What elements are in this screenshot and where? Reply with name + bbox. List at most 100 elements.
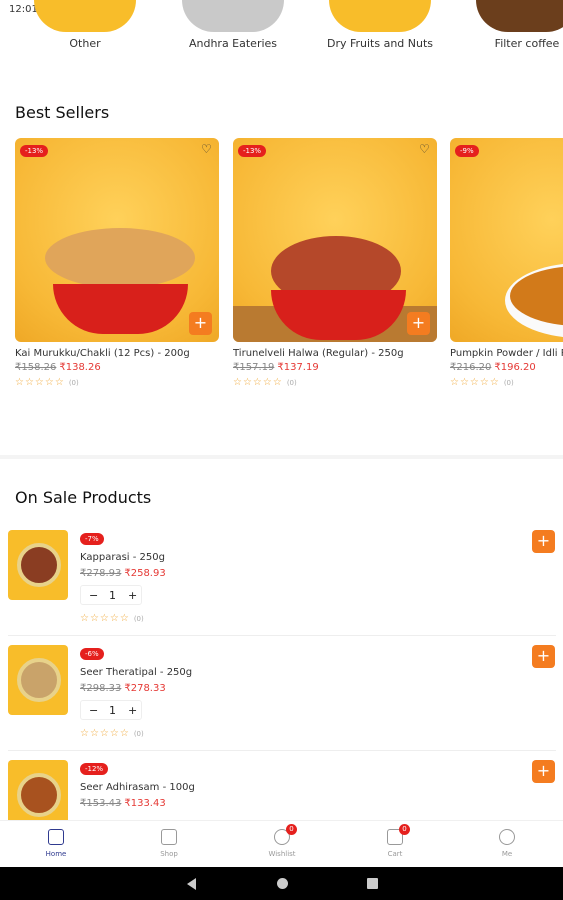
- quantity-value: 1: [109, 589, 116, 602]
- category-label: Andhra Eateries: [188, 37, 278, 50]
- star-icons: ☆☆☆☆☆: [80, 613, 130, 624]
- sale-price: ₹137.19: [277, 362, 319, 373]
- bottom-navigation: Home Shop 0 Wishlist 0 Cart Me: [0, 820, 563, 867]
- discount-badge: -7%: [80, 533, 104, 545]
- decrement-button[interactable]: −: [89, 704, 98, 717]
- old-price: ₹153.43: [80, 798, 122, 809]
- product-name: Kai Murukku/Chakli (12 Pcs) - 200g: [15, 348, 190, 359]
- nav-label: Shop: [160, 850, 178, 858]
- discount-badge: -9%: [455, 145, 479, 157]
- heart-icon: 0: [274, 824, 297, 845]
- discount-badge: -12%: [80, 763, 109, 775]
- category-dry-fruits[interactable]: Dry Fruits and Nuts: [325, 0, 435, 50]
- rating-count: (0): [133, 615, 144, 623]
- category-other[interactable]: Other: [30, 0, 140, 50]
- cart-count-badge: 0: [399, 824, 410, 835]
- product-name: Seer Adhirasam - 100g: [80, 782, 195, 793]
- rating-stars: ☆☆☆☆☆ (0): [233, 377, 437, 388]
- nav-label: Home: [45, 850, 67, 858]
- product-card[interactable]: -13% ♡ + Kai Murukku/Chakli (12 Pcs) - 2…: [15, 138, 219, 388]
- cart-icon: 0: [387, 824, 410, 845]
- add-to-cart-button[interactable]: +: [532, 645, 555, 668]
- quantity-stepper[interactable]: − 1 +: [80, 700, 142, 720]
- star-icons: ☆☆☆☆☆: [233, 377, 283, 388]
- user-icon: [499, 829, 515, 845]
- heart-icon[interactable]: ♡: [419, 143, 431, 155]
- nav-label: Cart: [387, 850, 403, 858]
- price-row: ₹278.93 ₹258.93: [80, 568, 166, 579]
- add-to-cart-button[interactable]: +: [189, 312, 212, 335]
- category-image: [34, 0, 136, 32]
- product-image: -13% ♡ +: [233, 138, 437, 342]
- category-filter-coffee[interactable]: Filter coffee: [472, 0, 563, 50]
- price-row: ₹158.26 ₹138.26: [15, 362, 219, 373]
- product-card[interactable]: -13% ♡ + Tirunelveli Halwa (Regular) - 2…: [233, 138, 437, 388]
- sale-price: ₹196.20: [494, 362, 536, 373]
- star-icons: ☆☆☆☆☆: [80, 728, 130, 739]
- sale-price: ₹258.93: [124, 568, 166, 579]
- rating-stars: ☆☆☆☆☆ (0): [15, 377, 219, 388]
- category-andhra-eateries[interactable]: Andhra Eateries: [178, 0, 288, 50]
- category-row: Other Andhra Eateries Dry Fruits and Nut…: [0, 0, 563, 60]
- nav-cart[interactable]: 0 Cart: [355, 824, 435, 858]
- system-navigation-bar: [0, 867, 563, 900]
- decrement-button[interactable]: −: [89, 589, 98, 602]
- increment-button[interactable]: +: [128, 589, 137, 602]
- product-thumbnail: [8, 760, 68, 820]
- row-divider: [8, 635, 556, 636]
- product-name: Seer Theratipal - 250g: [80, 667, 193, 678]
- rating-count: (0): [133, 730, 144, 738]
- old-price: ₹298.33: [80, 683, 122, 694]
- sale-price: ₹133.43: [124, 798, 166, 809]
- sale-price: ₹278.33: [124, 683, 166, 694]
- on-sale-title: On Sale Products: [15, 488, 152, 507]
- category-label: Other: [69, 37, 101, 50]
- row-divider: [8, 750, 556, 751]
- category-image: [329, 0, 431, 32]
- star-icons: ☆☆☆☆☆: [15, 377, 65, 388]
- sale-price: ₹138.26: [59, 362, 101, 373]
- product-card[interactable]: -9% Pumpkin Powder / Idli Podi ₹216.20₹1…: [450, 138, 563, 388]
- rating-count: (0): [68, 379, 79, 387]
- add-to-cart-button[interactable]: +: [407, 312, 430, 335]
- home-circle-icon[interactable]: [277, 878, 288, 889]
- quantity-value: 1: [109, 704, 116, 717]
- product-thumbnail: [8, 530, 68, 600]
- shop-icon: [161, 829, 177, 845]
- home-icon: [48, 829, 64, 845]
- wishlist-count-badge: 0: [286, 824, 297, 835]
- list-item[interactable]: -6% Seer Theratipal - 250g ₹298.33 ₹278.3…: [0, 640, 563, 755]
- add-to-cart-button[interactable]: +: [532, 760, 555, 783]
- dish-shape: [17, 773, 61, 817]
- back-icon[interactable]: [187, 878, 196, 890]
- add-to-cart-button[interactable]: +: [532, 530, 555, 553]
- nav-me[interactable]: Me: [467, 829, 547, 858]
- price-row: ₹157.19 ₹137.19: [233, 362, 437, 373]
- rating-stars: ☆☆☆☆☆ (0): [80, 613, 144, 624]
- category-image: [182, 0, 284, 32]
- product-image: -13% ♡ +: [15, 138, 219, 342]
- list-item[interactable]: -12% Seer Adhirasam - 100g ₹153.43 ₹133.4…: [0, 755, 563, 820]
- dish-shape: [17, 543, 61, 587]
- list-item[interactable]: -7% Kapparasi - 250g ₹278.93 ₹258.93 − 1 …: [0, 525, 563, 640]
- price-row: ₹298.33 ₹278.33: [80, 683, 166, 694]
- quantity-stepper[interactable]: − 1 +: [80, 585, 142, 605]
- nav-home[interactable]: Home: [16, 829, 96, 858]
- recents-icon[interactable]: [367, 878, 378, 889]
- old-price: ₹157.19: [233, 362, 275, 373]
- old-price: ₹278.93: [80, 568, 122, 579]
- heart-icon[interactable]: ♡: [201, 143, 213, 155]
- dish-shape: [17, 658, 61, 702]
- nav-wishlist[interactable]: 0 Wishlist: [242, 824, 322, 858]
- old-price: ₹216.20: [450, 362, 492, 373]
- category-image: [476, 0, 563, 32]
- category-label: Dry Fruits and Nuts: [326, 37, 434, 50]
- rating-count: (0): [503, 379, 514, 387]
- best-sellers-carousel[interactable]: -13% ♡ + Kai Murukku/Chakli (12 Pcs) - 2…: [15, 138, 563, 408]
- nav-label: Wishlist: [268, 850, 296, 858]
- increment-button[interactable]: +: [128, 704, 137, 717]
- nav-shop[interactable]: Shop: [129, 829, 209, 858]
- red-bowl: [53, 284, 188, 334]
- section-divider: [0, 455, 563, 459]
- product-name: Pumpkin Powder / Idli Podi: [450, 348, 563, 359]
